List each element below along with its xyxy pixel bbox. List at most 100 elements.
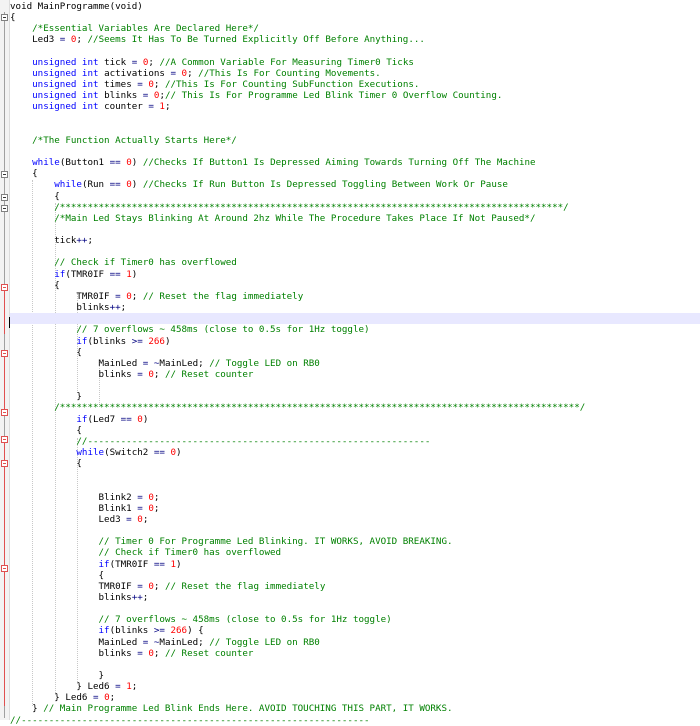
code-line[interactable]: if(TMR0IF == 1): [10, 269, 700, 280]
fold-collapse-icon[interactable]: [1, 436, 8, 443]
code-line[interactable]: while(Button1 == 0) //Checks If Button1 …: [10, 157, 700, 168]
code-line[interactable]: {: [10, 570, 700, 581]
code-line[interactable]: [10, 224, 700, 235]
code-line[interactable]: } Led6 = 1;: [10, 681, 700, 692]
code-line[interactable]: [10, 246, 700, 257]
code-line[interactable]: } Led6 = 0;: [10, 692, 700, 703]
code-line[interactable]: blinks++;: [10, 592, 700, 603]
code-line[interactable]: [10, 469, 700, 480]
code-line[interactable]: }: [10, 670, 700, 681]
code-line[interactable]: [10, 313, 700, 325]
code-token: }: [10, 670, 105, 681]
code-line[interactable]: unsigned int activations = 0; //This Is …: [10, 68, 700, 79]
fold-collapse-icon[interactable]: [1, 409, 8, 416]
code-keyword: unsigned int: [32, 90, 99, 102]
code-line[interactable]: [10, 113, 700, 124]
code-token: MainLed: [10, 357, 143, 369]
fold-range-line-changed: [4, 350, 5, 410]
code-keyword: if: [76, 413, 88, 425]
code-token: {: [10, 569, 105, 581]
fold-collapse-icon[interactable]: [1, 460, 8, 467]
code-line[interactable]: blinks = 0; // Reset counter: [10, 369, 700, 380]
code-comment: // Reset counter: [164, 647, 254, 659]
code-line[interactable]: if(blinks >= 266) {: [10, 625, 700, 636]
fold-collapse-icon[interactable]: [1, 171, 8, 178]
code-line[interactable]: if(blinks >= 266): [10, 336, 700, 347]
fold-collapse-icon[interactable]: [1, 194, 8, 201]
code-line[interactable]: // 7 overflows ~ 458ms (close to 0.5s fo…: [10, 324, 700, 335]
fold-collapse-icon[interactable]: [1, 350, 8, 357]
code-line[interactable]: {: [10, 12, 700, 23]
code-keyword: unsigned int: [32, 56, 99, 68]
code-line[interactable]: [10, 659, 700, 670]
code-line[interactable]: [10, 380, 700, 391]
code-line[interactable]: while(Switch2 == 0): [10, 447, 700, 458]
code-line[interactable]: blinks = 0; // Reset counter: [10, 648, 700, 659]
code-line[interactable]: void MainProgramme(void): [10, 1, 700, 12]
code-line[interactable]: MainLed = ~MainLed; // Toggle LED on RB0: [10, 637, 700, 648]
code-line[interactable]: unsigned int counter = 1;: [10, 101, 700, 112]
code-token: ;: [109, 692, 116, 704]
code-token: ;: [153, 580, 165, 592]
code-line[interactable]: [10, 46, 700, 57]
fold-gutter[interactable]: [0, 0, 10, 720]
code-line[interactable]: Blink2 = 0;: [10, 492, 700, 503]
code-editor[interactable]: void MainProgramme(void){ /*Essential Va…: [0, 0, 700, 726]
code-line[interactable]: {: [10, 347, 700, 358]
code-line[interactable]: TMR0IF = 0; // Reset the flag immediatel…: [10, 291, 700, 302]
code-line[interactable]: /*The Function Actually Starts Here*/: [10, 135, 700, 146]
code-line[interactable]: TMR0IF = 0; // Reset the flag immediatel…: [10, 581, 700, 592]
code-line[interactable]: /***************************************…: [10, 202, 700, 213]
code-line[interactable]: MainLed = ~MainLed; // Toggle LED on RB0: [10, 358, 700, 369]
code-line[interactable]: //--------------------------------------…: [10, 715, 700, 726]
code-line[interactable]: Led3 = 0; //Seems It Has To Be Turned Ex…: [10, 34, 700, 45]
code-line[interactable]: /*Main Led Stays Blinking At Around 2hz …: [10, 213, 700, 224]
code-line[interactable]: /*Essential Variables Are Declared Here*…: [10, 23, 700, 34]
code-line[interactable]: } // Main Programme Led Blink Ends Here.…: [10, 703, 700, 714]
code-line[interactable]: {: [10, 458, 700, 469]
code-line[interactable]: {: [10, 168, 700, 179]
code-line[interactable]: unsigned int times = 0; //This Is For Co…: [10, 79, 700, 90]
code-line[interactable]: [10, 603, 700, 614]
code-line[interactable]: Led3 = 0;: [10, 514, 700, 525]
code-line[interactable]: // Timer 0 For Programme Led Blinking. I…: [10, 536, 700, 547]
code-line[interactable]: blinks++;: [10, 302, 700, 313]
code-line[interactable]: {: [10, 425, 700, 436]
fold-collapse-icon[interactable]: [1, 14, 8, 21]
code-token: ==: [109, 179, 121, 191]
code-line[interactable]: // Check if Timer0 has overflowed: [10, 257, 700, 268]
code-comment: // Toggle LED on RB0: [209, 636, 320, 648]
code-line[interactable]: // Check if Timer0 has overflowed: [10, 547, 700, 558]
code-line[interactable]: if(TMR0IF == 1): [10, 559, 700, 570]
code-line[interactable]: Blink1 = 0;: [10, 503, 700, 514]
code-line[interactable]: // 7 overflows ~ 458ms (close to 0.5s fo…: [10, 614, 700, 625]
fold-collapse-icon[interactable]: [1, 205, 8, 212]
code-line[interactable]: tick++;: [10, 235, 700, 246]
code-token: (Switch2: [104, 447, 154, 458]
code-line[interactable]: while(Run == 0) //Checks If Run Button I…: [10, 179, 700, 190]
code-token: ): [176, 558, 182, 570]
code-token: (TMR0IF: [65, 268, 110, 280]
code-line[interactable]: //--------------------------------------…: [10, 436, 700, 447]
code-line[interactable]: if(Led7 == 0): [10, 414, 700, 425]
code-comment: //This Is For Counting SubFunction Execu…: [164, 79, 420, 91]
code-token: activations: [98, 67, 171, 79]
code-token: ;: [187, 67, 199, 79]
code-line[interactable]: {: [10, 191, 700, 202]
code-token: ;: [87, 235, 94, 247]
code-line[interactable]: [10, 146, 700, 157]
code-line[interactable]: unsigned int blinks = 0;// This Is For P…: [10, 90, 700, 101]
code-line[interactable]: [10, 525, 700, 536]
code-token: blinks: [10, 368, 138, 380]
fold-collapse-icon[interactable]: [1, 565, 8, 572]
code-line[interactable]: }: [10, 391, 700, 402]
code-line[interactable]: [10, 124, 700, 135]
fold-collapse-icon[interactable]: [1, 284, 8, 291]
code-line[interactable]: [10, 480, 700, 491]
code-line[interactable]: {: [10, 280, 700, 291]
code-line[interactable]: unsigned int tick = 0; //A Common Variab…: [10, 57, 700, 68]
code-token: ;: [153, 491, 160, 503]
code-line[interactable]: /***************************************…: [10, 402, 700, 413]
